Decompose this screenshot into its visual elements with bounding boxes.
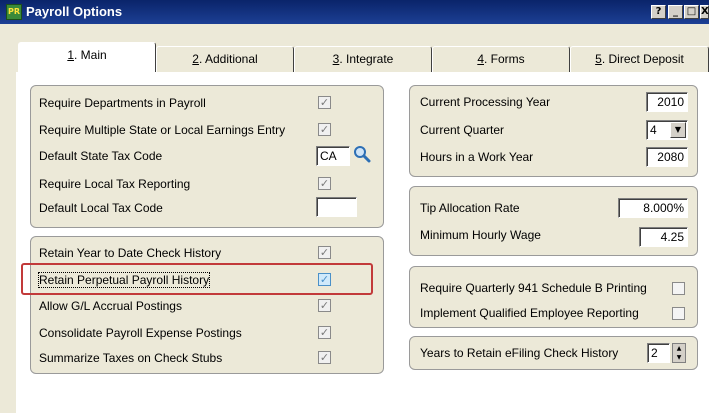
default-state-tax-input[interactable]: CA xyxy=(316,146,350,166)
schedule-b-label: Require Quarterly 941 Schedule B Printin… xyxy=(420,281,647,295)
tab-main-label: . Main xyxy=(74,48,107,62)
req-local-tax-checkbox[interactable]: ✓ xyxy=(318,177,331,190)
right-group-efiling: Years to Retain eFiling Check History 2 … xyxy=(409,336,698,370)
spin-down-icon[interactable]: ▼ xyxy=(673,353,685,362)
tab-integrate-label: . Integrate xyxy=(339,52,394,66)
current-year-input[interactable]: 2010 xyxy=(646,92,688,112)
spin-up-icon[interactable]: ▲ xyxy=(673,344,685,353)
req-departments-label: Require Departments in Payroll xyxy=(39,96,206,110)
efiling-input[interactable]: 2 xyxy=(647,343,670,363)
right-group-periods: Current Processing Year 2010 Current Qua… xyxy=(409,85,698,177)
current-quarter-value: 4 xyxy=(650,123,657,137)
tab-integrate[interactable]: 3. Integrate xyxy=(294,46,432,72)
summarize-checkbox[interactable]: ✓ xyxy=(318,351,331,364)
req-multi-state-checkbox[interactable]: ✓ xyxy=(318,123,331,136)
left-group-general: Require Departments in Payroll ✓ Require… xyxy=(30,85,384,228)
current-quarter-label: Current Quarter xyxy=(420,123,505,137)
hours-input[interactable]: 2080 xyxy=(646,147,688,167)
search-icon[interactable] xyxy=(353,145,371,163)
tab-direct-deposit[interactable]: 5. Direct Deposit xyxy=(570,46,709,72)
tab-direct-deposit-key: 5 xyxy=(595,52,602,66)
left-group-history: Retain Year to Date Check History ✓ Reta… xyxy=(30,236,384,374)
efiling-label: Years to Retain eFiling Check History xyxy=(420,346,619,360)
allow-gl-accrual-label: Allow G/L Accrual Postings xyxy=(39,299,182,313)
req-local-tax-label: Require Local Tax Reporting xyxy=(39,177,191,191)
min-wage-input[interactable]: 4.25 xyxy=(639,227,688,247)
tab-main-key: 1 xyxy=(67,48,74,62)
qualified-label: Implement Qualified Employee Reporting xyxy=(420,306,639,320)
tab-strip: 1. Main 2. Additional 3. Integrate 4. Fo… xyxy=(18,42,709,72)
hours-label: Hours in a Work Year xyxy=(420,150,534,164)
default-local-tax-label: Default Local Tax Code xyxy=(39,201,163,215)
schedule-b-checkbox[interactable] xyxy=(672,282,685,295)
right-group-reporting: Require Quarterly 941 Schedule B Printin… xyxy=(409,266,698,328)
tip-rate-label: Tip Allocation Rate xyxy=(420,201,520,215)
allow-gl-accrual-checkbox[interactable]: ✓ xyxy=(318,299,331,312)
tab-forms-label: . Forms xyxy=(484,52,525,66)
default-state-tax-label: Default State Tax Code xyxy=(39,149,163,163)
retain-ytd-label: Retain Year to Date Check History xyxy=(39,246,222,260)
default-local-tax-input[interactable] xyxy=(316,197,357,217)
min-wage-label: Minimum Hourly Wage xyxy=(420,228,541,242)
tab-forms-key: 4 xyxy=(477,52,484,66)
tab-direct-deposit-label: . Direct Deposit xyxy=(601,52,684,66)
tip-rate-input[interactable]: 8.000% xyxy=(618,198,688,218)
close-button[interactable]: X xyxy=(700,5,709,19)
quarter-dropdown-icon[interactable]: ▼ xyxy=(670,122,686,138)
payroll-app-icon: PR xyxy=(6,4,22,20)
summarize-label: Summarize Taxes on Check Stubs xyxy=(39,351,223,365)
window-title: Payroll Options xyxy=(26,4,123,19)
tab-additional-label: . Additional xyxy=(198,52,258,66)
consolidate-label: Consolidate Payroll Expense Postings xyxy=(39,326,242,340)
right-group-wages: Tip Allocation Rate 8.000% Minimum Hourl… xyxy=(409,186,698,256)
highlight-annotation xyxy=(21,263,373,295)
req-departments-checkbox[interactable]: ✓ xyxy=(318,96,331,109)
efiling-spinner[interactable]: ▲ ▼ xyxy=(672,343,686,363)
minimize-button[interactable]: _ xyxy=(668,5,683,19)
current-year-label: Current Processing Year xyxy=(420,95,551,109)
consolidate-checkbox[interactable]: ✓ xyxy=(318,326,331,339)
retain-ytd-checkbox[interactable]: ✓ xyxy=(318,246,331,259)
maximize-button[interactable]: □ xyxy=(684,5,699,19)
tab-main[interactable]: 1. Main xyxy=(18,42,156,72)
title-bar[interactable]: PR Payroll Options ? _ □ X xyxy=(0,0,709,24)
tab-forms[interactable]: 4. Forms xyxy=(432,46,570,72)
tab-additional[interactable]: 2. Additional xyxy=(156,46,294,72)
tab-additional-key: 2 xyxy=(192,52,199,66)
help-button[interactable]: ? xyxy=(651,5,666,19)
qualified-checkbox[interactable] xyxy=(672,307,685,320)
req-multi-state-label: Require Multiple State or Local Earnings… xyxy=(39,123,286,137)
